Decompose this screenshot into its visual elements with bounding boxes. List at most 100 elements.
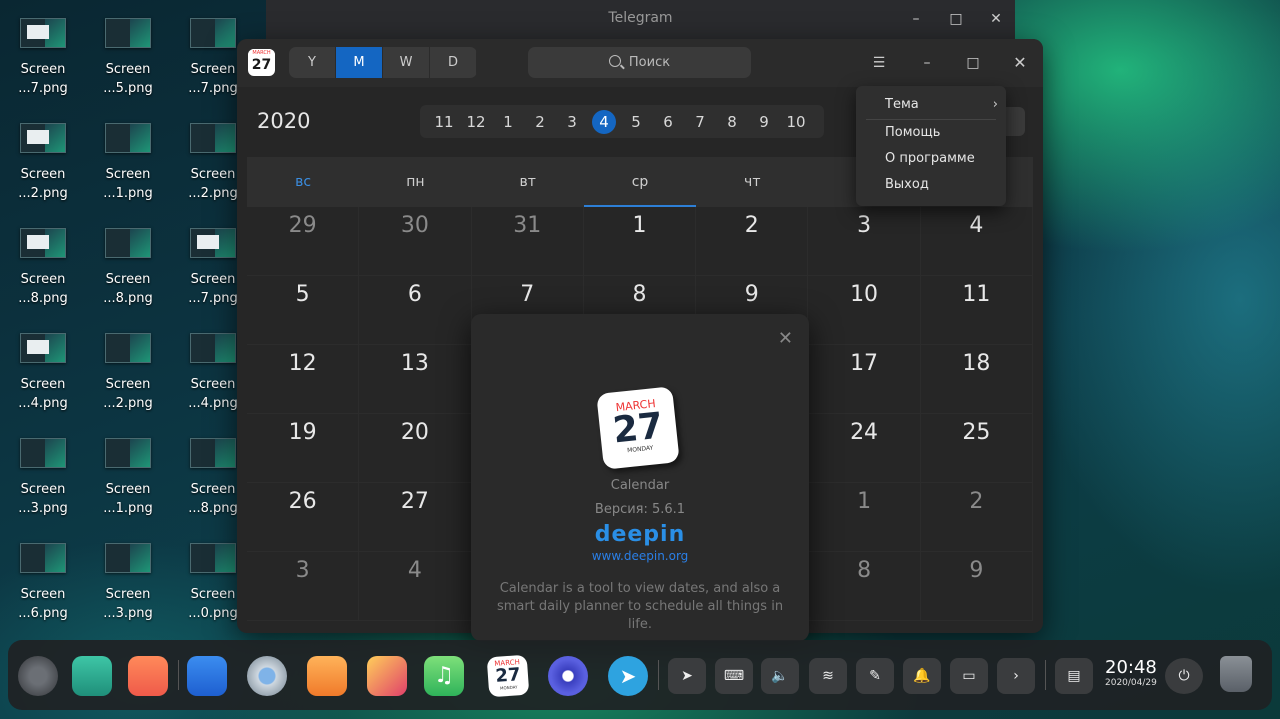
desktop-file[interactable]: Screen ...7.png [3, 18, 83, 98]
day-cell[interactable]: 12 [247, 345, 360, 414]
menu-item-theme[interactable]: Тема [885, 97, 919, 112]
day-cell[interactable]: 1 [808, 483, 921, 552]
month-item[interactable]: 7 [684, 113, 716, 131]
desktop-file[interactable]: Screen ...3.png [88, 543, 168, 623]
app-store-multitask-icon[interactable] [128, 656, 168, 696]
desktop-file[interactable]: Screen ...6.png [3, 543, 83, 623]
weekday-label: ср [583, 157, 697, 207]
day-cell[interactable]: 10 [808, 276, 921, 345]
chevron-right-icon[interactable]: › [997, 658, 1035, 694]
month-item[interactable]: 5 [620, 113, 652, 131]
trash-icon[interactable] [1220, 656, 1252, 692]
battery-icon[interactable]: ▭ [950, 658, 988, 694]
month-item[interactable]: 10 [780, 113, 812, 131]
day-cell[interactable]: 31 [471, 207, 584, 276]
menu-item-help[interactable]: Помощь [885, 125, 940, 140]
day-cell[interactable]: 27 [359, 483, 472, 552]
day-cell[interactable]: 8 [808, 552, 921, 621]
telegram-maximize-button[interactable]: □ [944, 8, 968, 30]
day-cell[interactable]: 6 [359, 276, 472, 345]
view-tab-d[interactable]: D [430, 47, 477, 78]
wifi-icon[interactable]: ≋ [809, 658, 847, 694]
day-cell[interactable]: 5 [247, 276, 360, 345]
day-cell[interactable]: 4 [920, 207, 1033, 276]
day-cell[interactable]: 9 [920, 552, 1033, 621]
day-cell[interactable]: 17 [808, 345, 921, 414]
website-link[interactable]: www.deepin.org [471, 549, 809, 563]
desktop-file[interactable]: Screen ...1.png [88, 438, 168, 518]
close-icon[interactable]: ✕ [778, 328, 793, 349]
file-name-line2: ...3.png [103, 606, 153, 621]
day-cell[interactable]: 30 [359, 207, 472, 276]
day-cell[interactable]: 29 [247, 207, 360, 276]
desktop-file[interactable]: Screen ...1.png [88, 123, 168, 203]
file-name-line1: Screen [105, 587, 151, 602]
day-cell[interactable]: 26 [247, 483, 360, 552]
menu-item-exit[interactable]: Выход [885, 177, 929, 192]
calendar-dock-icon[interactable]: MARCH 27 MONDAY [486, 654, 530, 698]
desktop-file[interactable]: Screen ...5.png [88, 18, 168, 98]
clock[interactable]: 20:48 2020/04/29 [1105, 658, 1157, 689]
screenshot-icon[interactable]: ✎ [856, 658, 894, 694]
month-item[interactable]: 4 [592, 109, 616, 134]
day-cell[interactable]: 1 [583, 207, 697, 276]
month-item[interactable]: 12 [460, 113, 492, 131]
day-cell[interactable]: 20 [359, 414, 472, 483]
telegram-close-button[interactable]: ✕ [984, 8, 1008, 30]
file-manager-icon[interactable] [72, 656, 112, 696]
month-item[interactable]: 3 [556, 113, 588, 131]
view-tab-w[interactable]: W [383, 47, 430, 78]
month-item[interactable]: 2 [524, 113, 556, 131]
close-button[interactable]: ✕ [1005, 49, 1035, 77]
minimize-button[interactable]: – [912, 49, 942, 77]
desktop-file[interactable]: Screen ...8.png [3, 228, 83, 308]
day-cell[interactable]: 4 [359, 552, 472, 621]
search-input[interactable]: Поиск [528, 47, 751, 78]
day-cell[interactable]: 2 [696, 207, 809, 276]
browser-icon[interactable] [247, 656, 287, 696]
power-icon[interactable]: ⏻ [1165, 658, 1203, 694]
app-store-icon[interactable] [307, 656, 347, 696]
calendar-app-icon: MARCH 27 [248, 49, 275, 76]
month-item[interactable]: 8 [716, 113, 748, 131]
day-cell[interactable]: 13 [359, 345, 472, 414]
day-cell[interactable]: 2 [920, 483, 1033, 552]
main-menu-button[interactable]: ☰ [864, 49, 894, 77]
maximize-button[interactable]: □ [958, 49, 988, 77]
desktop-file[interactable]: Screen ...2.png [88, 333, 168, 413]
view-tab-m[interactable]: M [336, 47, 383, 78]
day-cell[interactable]: 11 [920, 276, 1033, 345]
image-viewer-icon[interactable] [367, 656, 407, 696]
month-item[interactable]: 11 [428, 113, 460, 131]
day-cell[interactable]: 25 [920, 414, 1033, 483]
day-cell[interactable]: 18 [920, 345, 1033, 414]
desktop-file[interactable]: Screen ...2.png [3, 123, 83, 203]
month-item[interactable]: 6 [652, 113, 684, 131]
month-item[interactable]: 9 [748, 113, 780, 131]
day-cell[interactable]: 24 [808, 414, 921, 483]
file-name-line2: ...4.png [18, 396, 68, 411]
day-cell[interactable]: 19 [247, 414, 360, 483]
file-thumbnail [20, 543, 66, 573]
music-icon[interactable]: ♫ [424, 656, 464, 696]
weekday-label: вт [519, 174, 536, 190]
keyboard-icon[interactable]: ⌨ [715, 658, 753, 694]
file-name-line1: Screen [105, 167, 151, 182]
settings-icon[interactable] [548, 656, 588, 696]
day-cell[interactable]: 3 [808, 207, 921, 276]
telegram-minimize-button[interactable]: – [904, 8, 928, 30]
desktop-file[interactable]: Screen ...4.png [3, 333, 83, 413]
onscreen-keyboard-icon[interactable]: ▤ [1055, 658, 1093, 694]
desktop-file[interactable]: Screen ...3.png [3, 438, 83, 518]
view-tab-y[interactable]: Y [289, 47, 336, 78]
telegram-tray-icon[interactable]: ➤ [668, 658, 706, 694]
month-item[interactable]: 1 [492, 113, 524, 131]
day-cell[interactable]: 3 [247, 552, 360, 621]
deepin-store-icon[interactable] [187, 656, 227, 696]
volume-icon[interactable]: 🔈 [761, 658, 799, 694]
telegram-icon[interactable]: ➤ [608, 656, 648, 696]
notification-icon[interactable]: 🔔 [903, 658, 941, 694]
menu-item-about[interactable]: О программе [885, 151, 975, 166]
desktop-file[interactable]: Screen ...8.png [88, 228, 168, 308]
launcher-icon[interactable] [18, 656, 58, 696]
